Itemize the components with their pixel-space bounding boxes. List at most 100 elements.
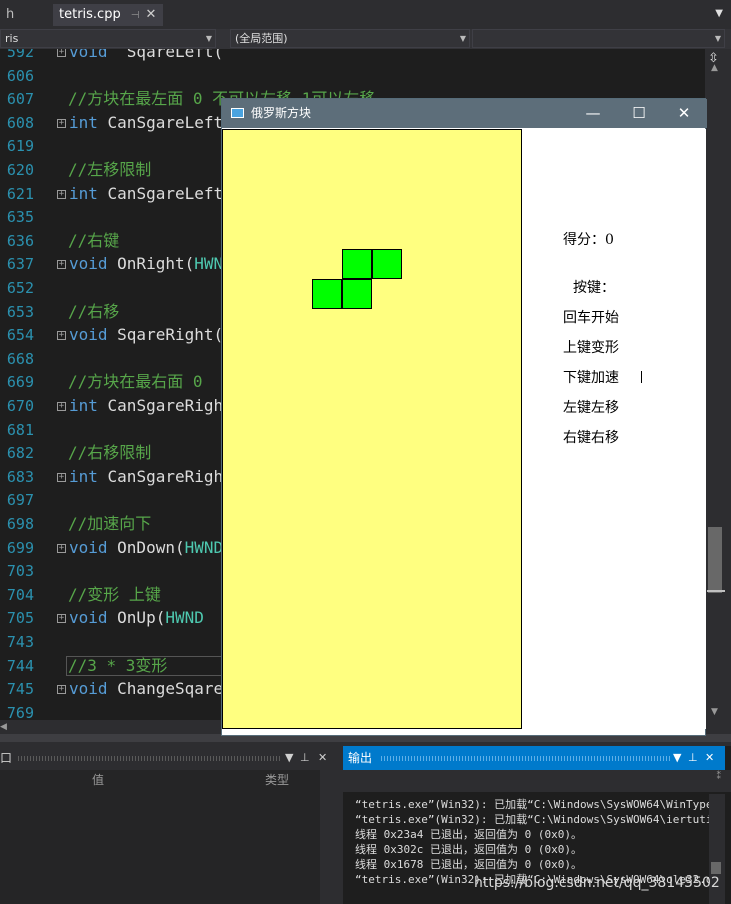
tetromino-block: [312, 279, 342, 309]
help-right: 右键右移: [563, 430, 619, 446]
tab-tetris-cpp[interactable]: tetris.cpp ⊣ ✕: [53, 4, 163, 26]
tetromino-block: [342, 249, 372, 279]
locals-scrollbar[interactable]: [320, 770, 338, 904]
line-number: 703: [6, 562, 34, 581]
score-label: 得分：: [563, 232, 605, 248]
line-number: 705: [6, 609, 34, 628]
window-title: 俄罗斯方块: [251, 106, 312, 120]
tab-overflow-icon[interactable]: ▼: [715, 8, 723, 19]
close-icon[interactable]: ✕: [145, 7, 156, 22]
fold-toggle-icon[interactable]: +: [57, 118, 66, 128]
code-line[interactable]: void OnUp(HWND: [69, 608, 204, 628]
scroll-down-icon[interactable]: ▼: [711, 707, 718, 717]
pin-icon[interactable]: ⊥: [688, 746, 698, 770]
chevron-down-icon[interactable]: ▼: [673, 746, 681, 770]
scroll-thumb[interactable]: [708, 527, 722, 593]
line-number: 636: [6, 231, 34, 250]
line-number: 654: [6, 326, 34, 345]
chevron-down-icon[interactable]: ▼: [285, 746, 293, 770]
pin-icon[interactable]: ⊣: [131, 10, 140, 21]
tab-label: h: [6, 7, 15, 22]
tab-header-file[interactable]: h: [0, 4, 50, 26]
code-line[interactable]: //加速向下: [68, 514, 151, 534]
scope-combo-value: (全局范围): [235, 32, 288, 45]
maximize-button[interactable]: ☐: [616, 99, 662, 128]
line-number: 682: [6, 444, 34, 463]
fold-toggle-icon[interactable]: +: [57, 685, 66, 695]
line-number: 698: [6, 515, 34, 533]
line-number: 653: [6, 302, 34, 321]
line-number: 745: [6, 680, 34, 699]
panel-title: 输出: [348, 751, 373, 765]
code-line[interactable]: void SqareLeft(: [69, 49, 223, 62]
close-button[interactable]: ✕: [661, 99, 707, 128]
fold-toggle-icon[interactable]: +: [57, 260, 66, 270]
column-value[interactable]: 值: [92, 770, 104, 790]
output-scroll-thumb[interactable]: [711, 862, 721, 874]
help-speedup: 下键加速: [563, 370, 619, 386]
code-line[interactable]: int CanSgareRight(: [69, 467, 242, 487]
minimize-button[interactable]: —: [570, 99, 616, 128]
code-line[interactable]: void OnRight(HWND: [69, 254, 233, 274]
editor-scrollbar[interactable]: [705, 49, 731, 720]
locals-column-header: 值 类型: [0, 770, 320, 790]
code-line[interactable]: int CanSgareLeft(: [69, 184, 233, 204]
close-icon[interactable]: ✕: [318, 746, 327, 770]
output-line: 线程 0x1678 已退出，返回值为 0 (0x0)。: [355, 858, 582, 871]
help-start: 回车开始: [563, 310, 619, 326]
overflow-icon[interactable]: ⁑: [717, 772, 722, 782]
drag-grip[interactable]: [381, 756, 671, 761]
tetromino-block: [342, 279, 372, 309]
text-caret: [641, 371, 642, 383]
code-line[interactable]: //右键: [68, 231, 119, 251]
code-line[interactable]: int CanSgareLeft(: [69, 113, 233, 133]
line-number: 744: [6, 656, 34, 675]
line-number: 683: [6, 467, 34, 486]
fold-toggle-icon[interactable]: +: [57, 472, 66, 482]
current-line-highlight: [66, 655, 226, 676]
line-number: 608: [6, 113, 34, 132]
fold-toggle-icon[interactable]: +: [57, 614, 66, 624]
code-line[interactable]: int CanSgareRight(: [69, 396, 242, 416]
project-combo[interactable]: ris ▼: [0, 29, 216, 48]
close-icon[interactable]: ✕: [705, 746, 714, 770]
line-number: 620: [6, 161, 34, 179]
line-number: 743: [6, 633, 34, 651]
document-tab-strip: h tetris.cpp ⊣ ✕ ▼: [0, 0, 731, 29]
fold-toggle-icon[interactable]: +: [57, 331, 66, 341]
scope-combo[interactable]: (全局范围) ▼: [230, 29, 470, 48]
chevron-down-icon: ▼: [205, 34, 212, 43]
output-line: “tetris.exe”(Win32): 已加载“C:\Windows\SysW…: [355, 798, 709, 811]
scroll-up-icon[interactable]: ▲: [711, 63, 718, 73]
code-line[interactable]: //左移限制: [68, 160, 151, 180]
code-line[interactable]: //变形 上键: [68, 585, 161, 605]
member-combo[interactable]: ▼: [472, 29, 725, 48]
panel-title: 口: [0, 751, 13, 765]
game-board: [222, 129, 522, 729]
fold-toggle-icon[interactable]: +: [57, 189, 66, 199]
output-line: 线程 0x302c 已退出，返回值为 0 (0x0)。: [355, 843, 582, 856]
fold-toggle-icon[interactable]: +: [57, 402, 66, 411]
scroll-left-icon[interactable]: ◀: [0, 722, 12, 732]
code-line[interactable]: void ChangeSqare(: [69, 679, 233, 699]
fold-toggle-icon[interactable]: +: [57, 543, 66, 553]
navigation-bar: ris ▼ (全局范围) ▼ ▼: [0, 29, 731, 49]
help-rotate: 上键变形: [563, 340, 619, 356]
line-number: 635: [6, 208, 34, 227]
code-line[interactable]: //右移: [68, 302, 119, 322]
fold-toggle-icon[interactable]: +: [57, 49, 66, 57]
line-number: 697: [6, 491, 34, 510]
code-line[interactable]: void OnDown(HWND: [69, 538, 223, 558]
code-line[interactable]: //右移限制: [68, 443, 151, 463]
code-line[interactable]: //方块在最右面 0: [68, 372, 203, 392]
scroll-position-marker: [707, 590, 725, 592]
line-number: 769: [6, 703, 34, 720]
output-line: 线程 0x23a4 已退出，返回值为 0 (0x0)。: [355, 828, 582, 841]
column-type[interactable]: 类型: [265, 770, 289, 790]
tetris-window: 俄罗斯方块 — ☐ ✕ 得分：0 按键： 回车开始 上键变形 下键加速 左键左移…: [221, 98, 707, 736]
window-titlebar[interactable]: 俄罗斯方块 — ☐ ✕: [222, 99, 707, 128]
code-line[interactable]: void SqareRight(: [69, 325, 223, 345]
pin-icon[interactable]: ⊥: [300, 746, 310, 770]
locals-panel-header: 口 ▼ ⊥ ✕: [0, 746, 338, 770]
drag-grip[interactable]: [18, 756, 280, 761]
